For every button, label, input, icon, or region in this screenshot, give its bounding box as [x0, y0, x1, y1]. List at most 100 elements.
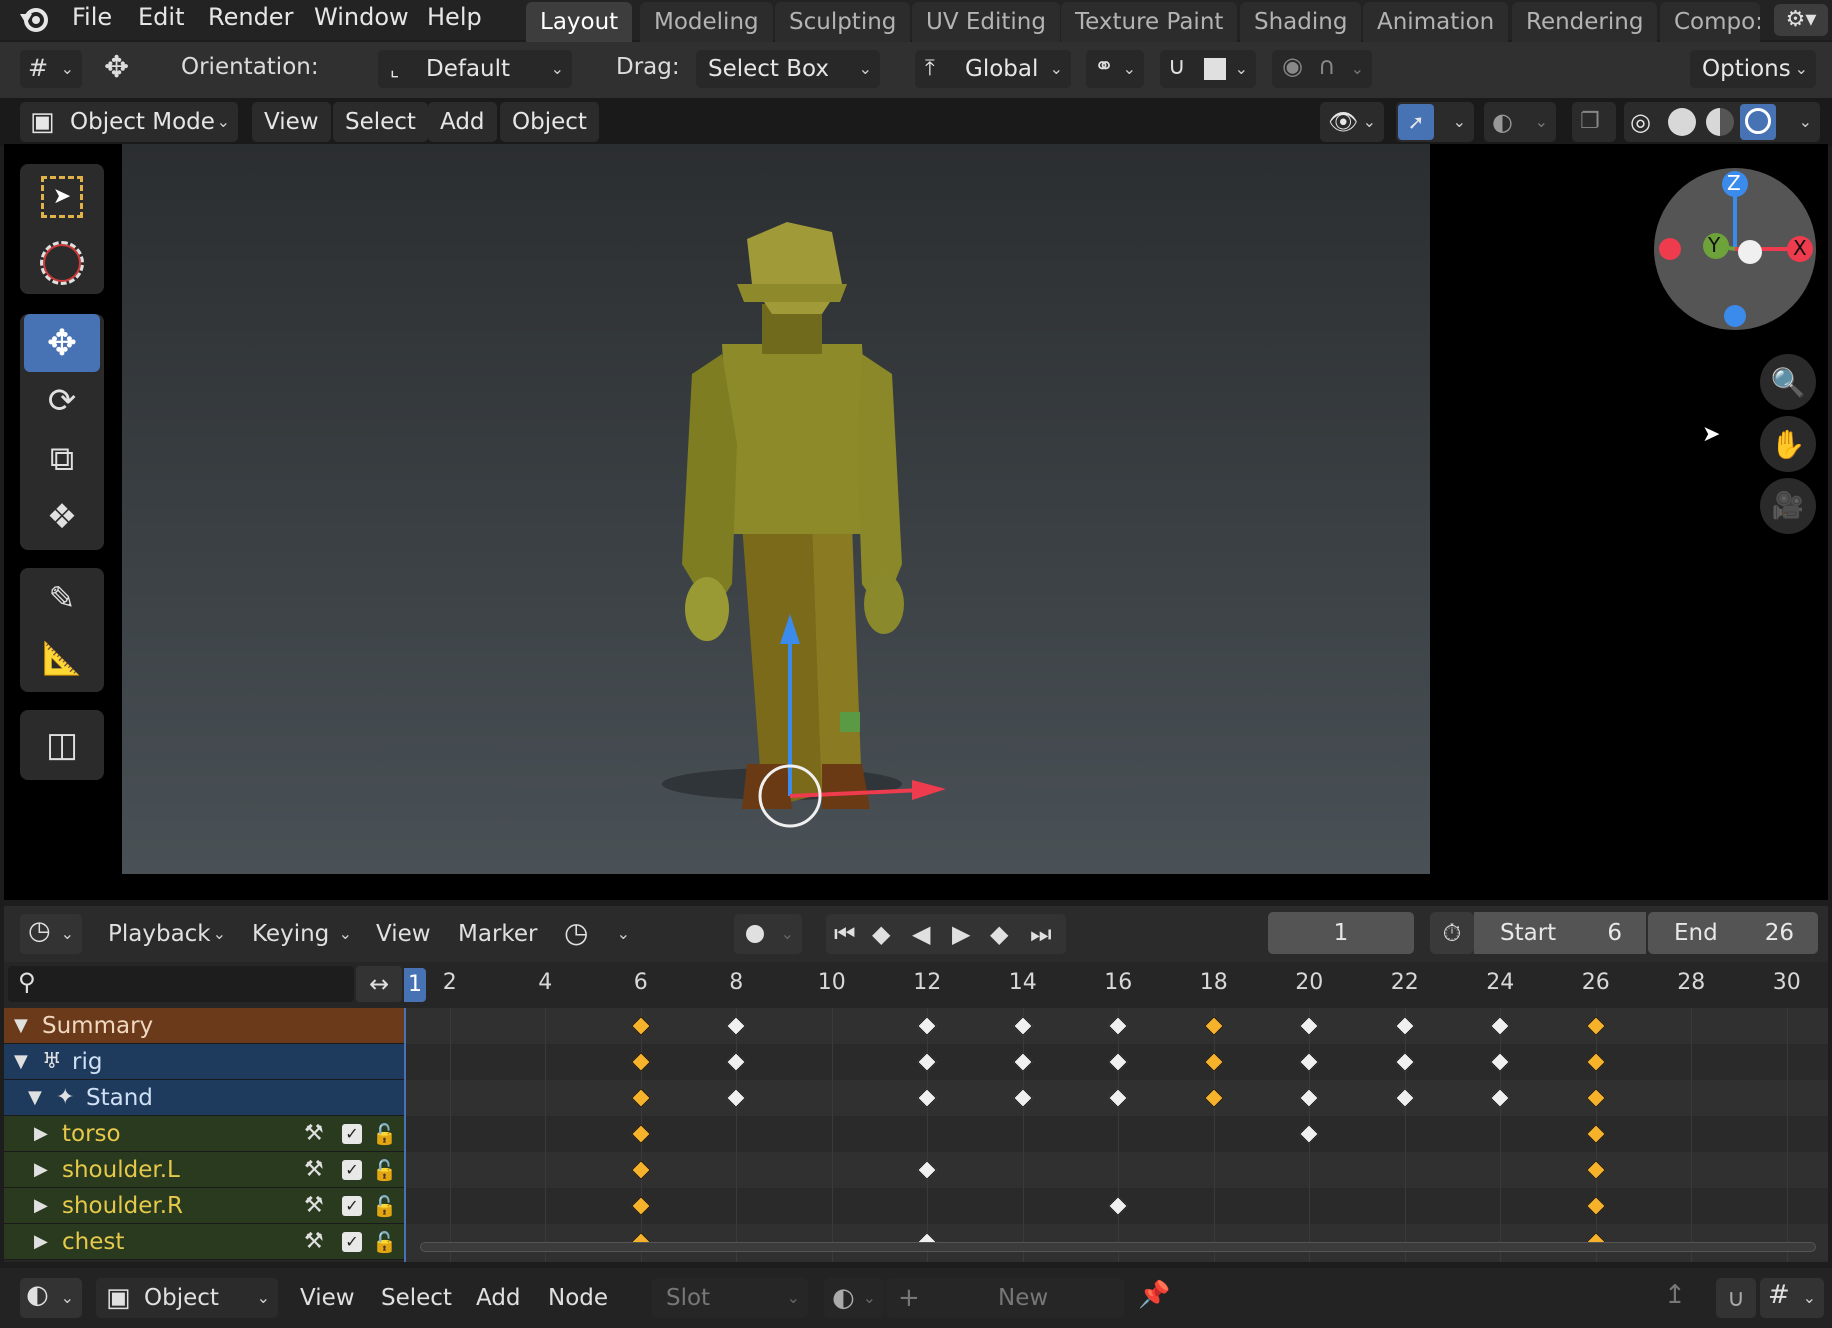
tab-layout[interactable]: Layout — [526, 2, 633, 42]
tab-uv-editing[interactable]: UV Editing — [912, 2, 1060, 42]
move-tool[interactable]: ✥ — [24, 314, 100, 372]
viewport-menu-object[interactable]: Object — [500, 102, 599, 142]
scene-selector-icon[interactable]: ⚙▾ — [1774, 4, 1828, 36]
blender-logo-icon[interactable] — [18, 4, 50, 34]
mute-checkbox[interactable]: ✓ — [342, 1196, 362, 1216]
3d-viewport[interactable]: ➤ ✥ ⟳ ⧉ ❖ ✎ 📐 ◫ Z Y X 🔍 ✋ 🎥 ➤ — [4, 144, 1828, 900]
collapse-arrow-icon[interactable]: ▼ — [28, 1080, 42, 1116]
object-mode-dropdown[interactable]: ▣ Object Mode ⌄ — [20, 102, 238, 142]
viewport-menu-view[interactable]: View — [252, 102, 331, 142]
editor-type-button[interactable]: ◷ ⌄ — [20, 914, 82, 954]
select-box-tool[interactable]: ➤ — [24, 164, 100, 230]
tab-animation[interactable]: Animation — [1363, 2, 1509, 42]
solid-shading-icon[interactable] — [1668, 108, 1696, 136]
menu-edit[interactable]: Edit — [138, 0, 184, 36]
end-frame-field[interactable]: End 26 — [1648, 912, 1818, 954]
shader-menu-view[interactable]: View — [300, 1278, 355, 1318]
drag-dropdown[interactable]: Select Box ⌄ — [696, 50, 880, 88]
keyframe-area[interactable]: 1 2 4 6 8 10 12 14 16 18 20 22 24 26 28 30 — [404, 962, 1828, 1262]
keyframe-type-button[interactable]: ◷ ⌄ — [564, 914, 638, 954]
mute-checkbox[interactable]: ✓ — [342, 1232, 362, 1252]
shader-menu-node[interactable]: Node — [548, 1278, 608, 1318]
overlays-dropdown[interactable]: ◐ ⌄ — [1484, 102, 1556, 142]
transform-gizmo[interactable] — [122, 144, 1430, 874]
collapse-arrow-icon[interactable]: ▼ — [14, 1044, 28, 1080]
play-reverse-icon[interactable]: ◀ — [912, 914, 930, 954]
wrench-icon[interactable]: ⚒ — [304, 1188, 324, 1224]
jump-start-icon[interactable]: ⏮ — [834, 914, 856, 954]
tab-texture-paint[interactable]: Texture Paint — [1061, 2, 1238, 42]
material-shading-icon[interactable] — [1706, 108, 1734, 136]
expand-arrow-icon[interactable]: ▶ — [34, 1224, 48, 1260]
orientation-dropdown[interactable]: ⌞ Default ⌄ — [378, 50, 572, 88]
add-cube-tool[interactable]: ◫ — [24, 712, 100, 778]
timeline-view-menu[interactable]: View — [376, 914, 431, 954]
snap-grid-dropdown[interactable]: # ⌄ — [1760, 1278, 1824, 1318]
collapse-arrow-icon[interactable]: ▼ — [14, 1008, 28, 1044]
next-keyframe-icon[interactable]: ◆ — [990, 914, 1008, 954]
camera-view-button[interactable]: 🎥 — [1760, 478, 1816, 534]
lock-icon[interactable]: 🔓 — [372, 1152, 397, 1188]
channel-row-action[interactable]: ▼ ✦ Stand — [4, 1080, 404, 1116]
wrench-icon[interactable]: ⚒ — [304, 1116, 324, 1152]
shader-type-dropdown[interactable]: ▣ Object ⌄ — [96, 1278, 278, 1318]
proportional-edit-button[interactable]: ◉ ∩ ⌄ — [1272, 50, 1372, 88]
rotate-tool[interactable]: ⟳ — [24, 372, 100, 430]
pan-button[interactable]: ✋ — [1760, 416, 1816, 472]
menu-render[interactable]: Render — [208, 0, 293, 36]
viewport-menu-add[interactable]: Add — [428, 102, 497, 142]
playhead-line[interactable] — [404, 1008, 406, 1262]
wrench-icon[interactable]: ⚒ — [304, 1224, 324, 1260]
new-material-button[interactable]: + New — [886, 1278, 1124, 1318]
expand-arrow-icon[interactable]: ▶ — [34, 1116, 48, 1152]
channel-row-summary[interactable]: ▼ Summary — [4, 1008, 404, 1044]
annotate-tool[interactable]: ✎ — [24, 568, 100, 628]
material-browse-button[interactable]: ◐ ⌄ — [824, 1278, 884, 1318]
use-preview-range-button[interactable]: ⏱ — [1430, 912, 1474, 954]
xray-toggle-button[interactable]: ❐ — [1572, 102, 1616, 142]
parent-node-tree-icon[interactable]: ↥ — [1664, 1280, 1686, 1310]
measure-tool[interactable]: 📐 — [24, 628, 100, 688]
current-frame-marker[interactable]: 1 — [404, 968, 426, 1002]
frame-ruler[interactable]: 1 2 4 6 8 10 12 14 16 18 20 22 24 26 28 30 — [404, 962, 1828, 1008]
tab-rendering[interactable]: Rendering — [1512, 2, 1658, 42]
shading-mode-group[interactable]: ◎ ⌄ — [1624, 102, 1820, 142]
rendered-shading-icon[interactable] — [1740, 104, 1776, 140]
slot-dropdown[interactable]: Slot ⌄ — [652, 1278, 808, 1318]
auto-keying-button[interactable]: ⌄ — [734, 914, 802, 954]
tab-compositing[interactable]: Compo: — [1660, 2, 1760, 42]
current-frame-field[interactable]: 1 — [1268, 912, 1414, 954]
channel-row-object[interactable]: ▼ ♅ rig — [4, 1044, 404, 1080]
tab-sculpting[interactable]: Sculpting — [775, 2, 911, 42]
cursor-tool[interactable] — [24, 230, 100, 296]
gizmo-toggle-button[interactable]: ➚ ⌄ — [1396, 102, 1474, 142]
wireframe-shading-icon[interactable]: ◎ — [1630, 102, 1651, 142]
channel-row-bone[interactable]: ▶ torso ⚒ ✓ 🔓 — [4, 1116, 404, 1152]
jump-end-icon[interactable]: ⏭ — [1030, 914, 1052, 954]
menu-window[interactable]: Window — [314, 0, 409, 36]
visibility-dropdown[interactable]: 👁 ⌄ — [1320, 102, 1384, 142]
lock-icon[interactable]: 🔓 — [372, 1188, 397, 1224]
transform-orientation-dropdown[interactable]: ⤒ Global ⌄ — [915, 50, 1071, 88]
tab-modeling[interactable]: Modeling — [640, 2, 773, 42]
channel-row-bone[interactable]: ▶ shoulder.L ⚒ ✓ 🔓 — [4, 1152, 404, 1188]
shader-menu-add[interactable]: Add — [476, 1278, 521, 1318]
viewport-menu-select[interactable]: Select — [333, 102, 428, 142]
options-dropdown[interactable]: Options ⌄ — [1690, 50, 1816, 88]
tool-preset-button[interactable]: # ⌄ — [20, 50, 82, 88]
channel-row-bone[interactable]: ▶ shoulder.R ⚒ ✓ 🔓 — [4, 1188, 404, 1224]
wrench-icon[interactable]: ⚒ — [304, 1152, 324, 1188]
expand-arrow-icon[interactable]: ▶ — [34, 1188, 48, 1224]
menu-file[interactable]: File — [72, 0, 112, 36]
menu-help[interactable]: Help — [427, 0, 482, 36]
tab-shading[interactable]: Shading — [1240, 2, 1362, 42]
start-frame-field[interactable]: Start 6 — [1474, 912, 1646, 954]
snap-toggle-button[interactable]: ∪ ⌄ — [1160, 50, 1256, 88]
zoom-button[interactable]: 🔍 — [1760, 354, 1816, 410]
scale-tool[interactable]: ⧉ — [24, 430, 100, 488]
navigation-gizmo[interactable]: Z Y X — [1654, 168, 1816, 330]
horizontal-scrollbar[interactable] — [420, 1242, 1816, 1252]
swap-channels-icon[interactable]: ↔ — [356, 966, 402, 1002]
shader-editor-type-button[interactable]: ◐ ⌄ — [20, 1278, 82, 1318]
timeline-marker-menu[interactable]: Marker — [458, 914, 538, 954]
